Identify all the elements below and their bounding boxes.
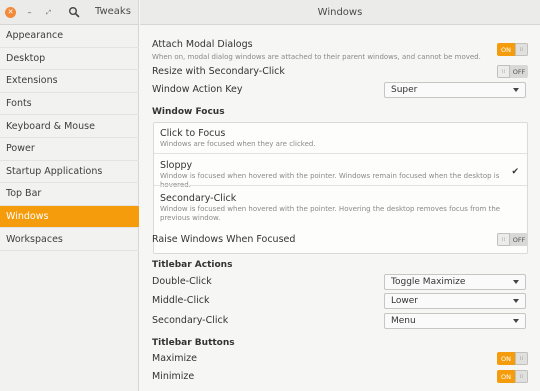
secondary-click-dropdown[interactable]: Menu [384, 313, 526, 329]
focus-option-title: Secondary-Click [160, 193, 237, 204]
search-icon[interactable] [68, 6, 80, 18]
double-click-dropdown[interactable]: Toggle Maximize [384, 274, 526, 290]
sidebar-item-top-bar[interactable]: Top Bar [0, 183, 139, 206]
grip-icon: ⁞⁞ [497, 65, 510, 78]
sidebar-item-startup-applications[interactable]: Startup Applications [0, 161, 139, 184]
focus-option-title: Click to Focus [160, 128, 226, 139]
chevron-down-icon [513, 299, 519, 303]
sidebar: ✕ – ⤢ Tweaks Appearance Desktop Extensio… [0, 0, 139, 391]
dropdown-value: Super [391, 85, 418, 95]
minimize-label: Minimize [152, 371, 195, 382]
attach-modal-desc: When on, modal dialog windows are attach… [152, 53, 481, 61]
middle-click-label: Middle-Click [152, 295, 210, 306]
app-title: Tweaks [95, 6, 131, 17]
window-action-key-label: Window Action Key [152, 84, 243, 95]
grip-icon: ⁞⁞ [497, 233, 510, 246]
maximize-icon[interactable]: ⤢ [43, 7, 54, 18]
dropdown-value: Menu [391, 316, 416, 326]
grip-icon: ⁞⁞ [515, 352, 528, 365]
page-title: Windows [140, 0, 540, 25]
sidebar-item-appearance[interactable]: Appearance [0, 25, 139, 48]
minimize-icon[interactable]: – [24, 7, 35, 18]
dropdown-value: Lower [391, 296, 418, 306]
close-icon[interactable]: ✕ [5, 7, 16, 18]
grip-icon: ⁞⁞ [515, 370, 528, 383]
titlebar-buttons-heading: Titlebar Buttons [152, 338, 235, 348]
main-panel: Windows Attach Modal Dialogs When on, mo… [140, 0, 540, 391]
sidebar-item-desktop[interactable]: Desktop [0, 48, 139, 71]
focus-option-desc: Windows are focused when they are clicke… [160, 140, 316, 148]
minimize-toggle[interactable]: ON ⁞⁞ [497, 370, 528, 383]
titlebar-actions-heading: Titlebar Actions [152, 260, 233, 270]
sidebar-header: ✕ – ⤢ Tweaks [0, 0, 138, 25]
dropdown-value: Toggle Maximize [391, 277, 466, 287]
raise-windows-label: Raise Windows When Focused [152, 234, 296, 245]
focus-option-title: Sloppy [160, 160, 193, 171]
attach-modal-toggle[interactable]: ON ⁞⁞ [497, 43, 528, 56]
focus-option-desc: Window is focused when hovered with the … [160, 172, 500, 189]
chevron-down-icon [513, 319, 519, 323]
sidebar-item-power[interactable]: Power [0, 138, 139, 161]
window-action-key-dropdown[interactable]: Super [384, 82, 526, 98]
sidebar-item-fonts[interactable]: Fonts [0, 93, 139, 116]
raise-windows-toggle[interactable]: ⁞⁞ OFF [497, 233, 528, 246]
sidebar-item-windows[interactable]: Windows [0, 205, 139, 229]
maximize-toggle[interactable]: ON ⁞⁞ [497, 352, 528, 365]
double-click-label: Double-Click [152, 276, 212, 287]
attach-modal-label: Attach Modal Dialogs [152, 39, 253, 50]
focus-option-click[interactable]: Click to Focus Windows are focused when … [160, 128, 520, 149]
resize-secondary-label: Resize with Secondary-Click [152, 66, 285, 77]
sidebar-item-keyboard-mouse[interactable]: Keyboard & Mouse [0, 115, 139, 138]
chevron-down-icon [513, 280, 519, 284]
chevron-down-icon [513, 88, 519, 92]
checkmark-icon: ✔ [511, 167, 519, 177]
divider [154, 185, 527, 186]
toggle-state: ON [501, 354, 511, 363]
focus-option-desc: Window is focused when hovered with the … [160, 205, 501, 222]
secondary-click-label: Secondary-Click [152, 315, 229, 326]
grip-icon: ⁞⁞ [515, 43, 528, 56]
resize-secondary-toggle[interactable]: ⁞⁞ OFF [497, 65, 528, 78]
sidebar-list: Appearance Desktop Extensions Fonts Keyb… [0, 25, 139, 251]
sidebar-item-workspaces[interactable]: Workspaces [0, 228, 139, 251]
maximize-label: Maximize [152, 353, 198, 364]
toggle-state: ON [501, 372, 511, 381]
divider [154, 153, 527, 154]
middle-click-dropdown[interactable]: Lower [384, 293, 526, 309]
focus-option-secondary-click[interactable]: Secondary-Click Window is focused when h… [160, 193, 520, 223]
sidebar-item-extensions[interactable]: Extensions [0, 70, 139, 93]
window-focus-heading: Window Focus [152, 107, 225, 117]
toggle-state: OFF [512, 67, 526, 76]
toggle-state: ON [501, 45, 511, 54]
toggle-state: OFF [512, 235, 526, 244]
